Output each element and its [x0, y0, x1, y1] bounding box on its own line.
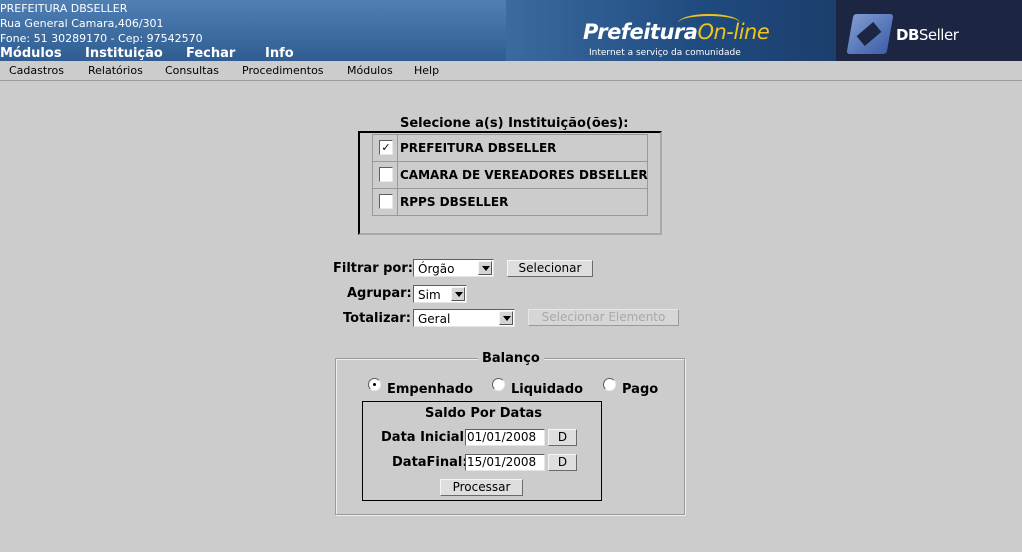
- banner-brand-suffix: On-line: [697, 20, 770, 44]
- selecionar-button[interactable]: Selecionar: [507, 260, 593, 277]
- prefeitura-online-banner: PrefeituraOn-line Internet a serviço da …: [506, 0, 836, 61]
- org-name: PREFEITURA DBSELLER: [0, 2, 128, 15]
- radio-liquidado-label: Liquidado: [511, 382, 584, 397]
- chevron-down-icon: [499, 311, 513, 325]
- org-info: PREFEITURA DBSELLER Rua General Camara,4…: [0, 1, 203, 46]
- radio-empenhado[interactable]: [368, 378, 381, 391]
- nav-info[interactable]: Info: [265, 46, 294, 61]
- totalizar-label: Totalizar:: [343, 311, 411, 326]
- app-header: PREFEITURA DBSELLER Rua General Camara,4…: [0, 0, 1022, 61]
- agrupar-value: Sim: [418, 288, 441, 302]
- banner-tagline: Internet a serviço da comunidade: [589, 48, 741, 58]
- dbseller-logo-text: DBSeller: [896, 26, 959, 44]
- nav-fechar[interactable]: Fechar: [186, 46, 235, 61]
- radio-pago-label: Pago: [622, 382, 659, 397]
- org-address: Rua General Camara,406/301: [0, 17, 164, 30]
- institution-row: CAMARA DE VEREADORES DBSELLER: [373, 162, 648, 189]
- institution-label: PREFEITURA DBSELLER: [400, 141, 557, 155]
- balanco-legend: Balanço: [478, 351, 544, 366]
- data-final-label: DataFinal:: [392, 455, 468, 470]
- institution-label: CAMARA DE VEREADORES DBSELLER: [400, 168, 648, 182]
- dbseller-logo: DBSeller: [836, 0, 1022, 61]
- institution-checkbox-rpps[interactable]: [379, 194, 393, 209]
- totalizar-value: Geral: [418, 312, 451, 326]
- menu-help[interactable]: Help: [414, 64, 439, 77]
- menu-consultas[interactable]: Consultas: [165, 64, 219, 77]
- data-inicial-label: Data Inicial:: [381, 430, 470, 445]
- radio-liquidado[interactable]: [492, 378, 505, 391]
- menu-cadastros[interactable]: Cadastros: [9, 64, 64, 77]
- org-phone: Fone: 51 30289170 - Cep: 97542570: [0, 32, 203, 45]
- radio-empenhado-label: Empenhado: [387, 382, 474, 397]
- agrupar-label: Agrupar:: [347, 286, 412, 301]
- banner-brand: PrefeituraOn-line: [583, 20, 770, 44]
- data-final-date-button[interactable]: D: [548, 454, 577, 471]
- menu-procedimentos[interactable]: Procedimentos: [242, 64, 324, 77]
- totalizar-select[interactable]: Geral: [413, 309, 515, 327]
- menu-bar: Cadastros Relatórios Consultas Procedime…: [0, 61, 1022, 81]
- chevron-down-icon: [478, 261, 492, 275]
- institution-label: RPPS DBSELLER: [400, 195, 509, 209]
- filtrar-label: Filtrar por:: [333, 261, 413, 276]
- institutions-table: ✓ PREFEITURA DBSELLER CAMARA DE VEREADOR…: [372, 134, 648, 216]
- agrupar-select[interactable]: Sim: [413, 285, 467, 303]
- institution-row: RPPS DBSELLER: [373, 189, 647, 216]
- filtrar-select[interactable]: Órgão: [413, 259, 494, 277]
- nav-modulos[interactable]: Módulos: [0, 46, 62, 61]
- saldo-por-datas-title: Saldo Por Datas: [425, 406, 543, 421]
- data-inicial-input[interactable]: 01/01/2008: [465, 429, 545, 446]
- selecionar-elemento-button: Selecionar Elemento: [528, 309, 679, 326]
- chevron-down-icon: [451, 287, 465, 301]
- menu-relatorios[interactable]: Relatórios: [88, 64, 143, 77]
- institution-checkbox-prefeitura[interactable]: ✓: [379, 140, 393, 155]
- radio-pago[interactable]: [603, 378, 616, 391]
- processar-button[interactable]: Processar: [440, 479, 523, 496]
- institution-checkbox-camara[interactable]: [379, 167, 393, 182]
- data-final-input[interactable]: 15/01/2008: [465, 454, 545, 471]
- dbseller-logo-icon: [846, 14, 894, 54]
- nav-instituicao[interactable]: Instituição: [85, 46, 163, 61]
- institution-row: ✓ PREFEITURA DBSELLER: [373, 135, 647, 162]
- data-inicial-date-button[interactable]: D: [548, 429, 577, 446]
- menu-modulos[interactable]: Módulos: [347, 64, 393, 77]
- filtrar-value: Órgão: [418, 262, 455, 276]
- institutions-title: Selecione a(s) Instituição(ões):: [400, 116, 629, 131]
